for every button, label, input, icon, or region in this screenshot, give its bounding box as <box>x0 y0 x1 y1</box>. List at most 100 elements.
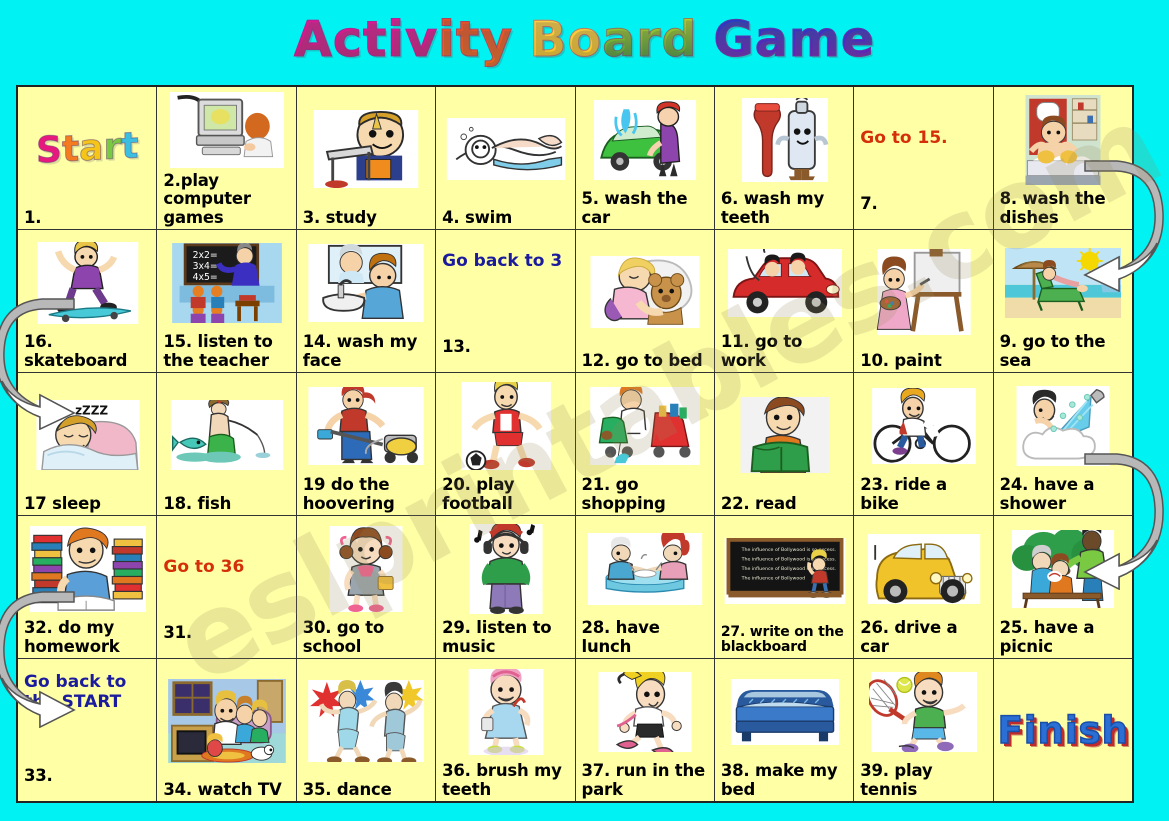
title-part-4: ard <box>602 10 698 68</box>
car-wash-icon <box>582 90 709 189</box>
board-cell-23[interactable]: 23. ride a bike <box>854 373 994 515</box>
lunch-table-icon <box>582 519 709 618</box>
red-car-icon <box>721 233 848 332</box>
cell-label: 37. run in the park <box>581 761 706 799</box>
board-row-5: Go back to the START 33. 34. watch TV 35… <box>18 659 1132 801</box>
board-cell-37[interactable]: 37. run in the park <box>575 659 715 801</box>
beach-lounger-icon <box>1000 233 1127 332</box>
board-row-3: zZZZ 17 sleep 18. fish 19 do the hooveri… <box>18 373 1132 516</box>
teacher-blackboard-icon: 2x2= 3x4= 4x5= <box>163 233 290 332</box>
cell-label: 33. <box>24 765 53 785</box>
board-row-1: Start 1. 2.play computer games 3. study … <box>18 87 1132 230</box>
board-cell-2[interactable]: 2.play computer games <box>157 87 297 229</box>
cell-label: 22. read <box>720 493 797 513</box>
board-cell-13[interactable]: Go back to 3 13. <box>436 230 576 372</box>
picnic-icon <box>1000 519 1127 618</box>
svg-text:4x5=: 4x5= <box>193 272 218 283</box>
cell-label: 23. ride a bike <box>860 475 947 513</box>
board-cell-8[interactable]: 8. wash the dishes <box>993 87 1132 229</box>
cell-label: 10. paint <box>860 350 942 370</box>
board-cell-7[interactable]: Go to 15. 7. <box>854 87 994 229</box>
dancers-icon <box>303 662 430 780</box>
start-wordart: Start <box>36 125 139 172</box>
board-cell-25[interactable]: 25. have a picnic <box>993 516 1132 658</box>
title-part-1: Activ <box>293 10 439 68</box>
title-part-3: Bo <box>529 10 603 68</box>
cell-label: 2.play computer games <box>163 170 251 227</box>
board-cell-26[interactable]: 26. drive a car <box>854 516 994 658</box>
svg-text:2x2=: 2x2= <box>193 249 218 260</box>
cell-label: 9. go to the sea <box>999 332 1106 370</box>
cell-label: 5. wash the car <box>581 189 688 227</box>
brush-teeth-girl-icon <box>442 662 569 761</box>
easel-painter-icon <box>860 233 987 351</box>
board-cell-28[interactable]: 28. have lunch <box>575 516 715 658</box>
sleeping-child-teddy-icon <box>582 233 709 351</box>
board-cell-22[interactable]: 22. read <box>714 373 855 515</box>
board-cell-33[interactable]: Go back to the START 33. <box>18 659 158 801</box>
yellow-car-icon <box>860 519 987 618</box>
title-bar: Activity Board Game <box>0 0 1169 78</box>
cell-label: 3. study <box>302 207 377 227</box>
cell-label: 36. brush my teeth <box>442 761 562 799</box>
cell-label: 27. write on the blackboard <box>720 623 844 656</box>
board-cell-24[interactable]: 24. have a shower <box>993 373 1132 515</box>
board-cell-18[interactable]: 18. fish <box>157 373 297 515</box>
cell-label: 30. go to school <box>302 618 385 656</box>
board-cell-21[interactable]: 21. go shopping <box>575 373 715 515</box>
board-cell-5[interactable]: 5. wash the car <box>575 87 715 229</box>
reading-boy-icon <box>721 376 848 494</box>
board-cell-16[interactable]: 16. skateboard <box>18 230 158 372</box>
board-cell-17[interactable]: zZZZ 17 sleep <box>18 373 158 515</box>
board-cell-1-start[interactable]: Start 1. <box>18 87 158 229</box>
board-cell-32[interactable]: 32. do my homework <box>18 516 158 658</box>
cell-label: 32. do my homework <box>24 618 120 656</box>
board-cell-30[interactable]: 30. go to school <box>296 516 437 658</box>
board-cell-14[interactable]: 14. wash my face <box>296 230 437 372</box>
board-cell-36[interactable]: 36. brush my teeth <box>436 659 576 801</box>
cell-instruction: Go to 15. <box>860 128 948 148</box>
sleeping-man-icon: zZZZ <box>24 376 151 494</box>
study-desk-icon <box>303 90 430 208</box>
board-cell-19[interactable]: 19 do the hoovering <box>296 373 437 515</box>
cell-label: 19 do the hoovering <box>302 475 395 513</box>
blue-bed-icon <box>721 662 848 761</box>
headphones-kid-icon <box>442 519 569 618</box>
board-cell-29[interactable]: 29. listen to music <box>436 516 576 658</box>
shopping-cart-icon <box>582 376 709 475</box>
cell-label: 26. drive a car <box>860 618 958 656</box>
cell-instruction: Go to 36 <box>163 557 245 577</box>
board-cell-39[interactable]: 39. play tennis <box>854 659 994 801</box>
write-blackboard-icon: The influence of Bollywood is so excess.… <box>721 519 848 624</box>
page-title: Activity Board Game <box>293 10 876 68</box>
board-cell-4[interactable]: 4. swim <box>436 87 576 229</box>
board-cell-3[interactable]: 3. study <box>296 87 437 229</box>
board-cell-34[interactable]: 34. watch TV <box>157 659 297 801</box>
cell-label: 4. swim <box>442 207 513 227</box>
family-tv-icon <box>163 662 290 780</box>
activity-board: Start 1. 2.play computer games 3. study … <box>16 85 1134 803</box>
board-cell-35[interactable]: 35. dance <box>296 659 437 801</box>
board-cell-12[interactable]: 12. go to bed <box>575 230 715 372</box>
board-cell-38[interactable]: 38. make my bed <box>714 659 855 801</box>
board-cell-20[interactable]: 20. play football <box>436 373 576 515</box>
board-cell-6[interactable]: 6. wash my teeth <box>714 87 855 229</box>
svg-text:3x4=: 3x4= <box>193 261 218 272</box>
shower-icon <box>1000 376 1127 475</box>
cell-label: 16. skateboard <box>24 332 128 370</box>
board-row-4: 32. do my homework Go to 36 31. 30. go t… <box>18 516 1132 659</box>
cell-label: 1. <box>24 207 42 227</box>
board-cell-27[interactable]: The influence of Bollywood is so excess.… <box>714 516 855 658</box>
board-cell-15[interactable]: 2x2= 3x4= 4x5= 15. listen to the teacher <box>157 230 297 372</box>
cell-label: 24. have a shower <box>999 475 1095 513</box>
cell-label: 28. have lunch <box>581 618 660 656</box>
board-cell-31[interactable]: Go to 36 31. <box>157 516 297 658</box>
board-row-2: 16. skateboard 2x2= 3x4= 4x5= 15. listen t… <box>18 230 1132 373</box>
board-cell-9[interactable]: 9. go to the sea <box>993 230 1132 372</box>
fishing-icon <box>163 376 290 494</box>
title-part-5: Game <box>713 10 876 68</box>
board-cell-40-finish[interactable]: Finish <box>993 659 1132 801</box>
svg-text:The influence of Bollywood: The influence of Bollywood <box>740 576 804 582</box>
board-cell-11[interactable]: 11. go to work <box>714 230 855 372</box>
board-cell-10[interactable]: 10. paint <box>854 230 994 372</box>
